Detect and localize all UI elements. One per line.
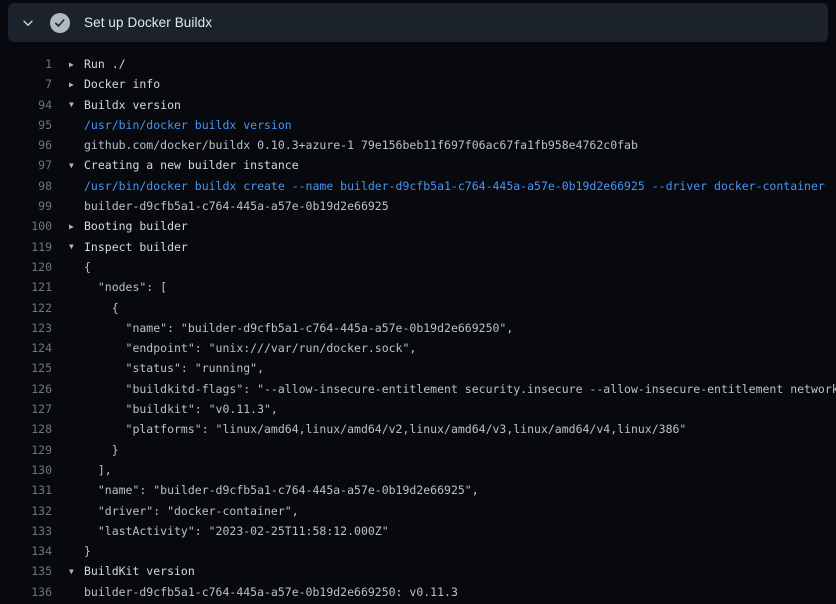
output-text: { [84, 298, 836, 318]
log-line-row: 134} [0, 541, 836, 561]
line-number[interactable]: 121 [0, 277, 52, 297]
check-circle-icon [50, 13, 70, 33]
line-number[interactable]: 126 [0, 379, 52, 399]
line-number[interactable]: 95 [0, 115, 52, 135]
log-line-row: 129 } [0, 440, 836, 460]
triangle-right-icon[interactable]: ▶ [69, 216, 84, 236]
output-text: github.com/docker/buildx 0.10.3+azure-1 … [84, 135, 836, 155]
output-text: { [84, 257, 836, 277]
group-label: BuildKit version [84, 561, 836, 581]
group-label: Buildx version [84, 95, 836, 115]
triangle-down-icon[interactable]: ▼ [69, 561, 84, 581]
line-number[interactable]: 98 [0, 176, 52, 196]
line-number[interactable]: 136 [0, 582, 52, 602]
log-line-row: 124 "endpoint": "unix:///var/run/docker.… [0, 338, 836, 358]
log-group-row[interactable]: 94 ▼Buildx version [0, 95, 836, 115]
log-lines: 1▶Run ./7▶Docker info94▼Buildx version95… [0, 42, 836, 602]
line-number[interactable]: 120 [0, 257, 52, 277]
command-text: /usr/bin/docker buildx version [84, 115, 836, 135]
output-text: builder-d9cfb5a1-c764-445a-a57e-0b19d2e6… [84, 196, 836, 216]
line-number[interactable]: 132 [0, 501, 52, 521]
log-line-row: 122 { [0, 298, 836, 318]
group-label: Run ./ [84, 54, 836, 74]
output-text: builder-d9cfb5a1-c764-445a-a57e-0b19d2e6… [84, 582, 836, 602]
triangle-right-icon[interactable]: ▶ [69, 74, 84, 94]
output-text: "name": "builder-d9cfb5a1-c764-445a-a57e… [84, 480, 836, 500]
group-label: Creating a new builder instance [84, 155, 836, 175]
log-group-row[interactable]: 100 ▶Booting builder [0, 216, 836, 236]
output-text: "buildkitd-flags": "--allow-insecure-ent… [84, 379, 836, 399]
line-number[interactable]: 7 [0, 74, 52, 94]
line-number[interactable]: 97 [0, 155, 52, 175]
line-number[interactable]: 1 [0, 54, 52, 74]
group-label: Inspect builder [84, 237, 836, 257]
log-line-row: 133 "lastActivity": "2023-02-25T11:58:12… [0, 521, 836, 541]
triangle-down-icon[interactable]: ▼ [69, 237, 84, 257]
log-line-row: 132 "driver": "docker-container", [0, 501, 836, 521]
log-line-row: 121 "nodes": [ [0, 277, 836, 297]
line-number[interactable]: 100 [0, 216, 52, 236]
output-text: "buildkit": "v0.11.3", [84, 399, 836, 419]
output-text: "endpoint": "unix:///var/run/docker.sock… [84, 338, 836, 358]
line-number[interactable]: 94 [0, 95, 52, 115]
line-number[interactable]: 130 [0, 460, 52, 480]
line-number[interactable]: 119 [0, 237, 52, 257]
triangle-down-icon[interactable]: ▼ [69, 155, 84, 175]
output-text: "lastActivity": "2023-02-25T11:58:12.000… [84, 521, 836, 541]
log-line-row: 130 ], [0, 460, 836, 480]
command-text: /usr/bin/docker buildx create --name bui… [84, 176, 836, 196]
step-header[interactable]: Set up Docker Buildx [8, 3, 828, 42]
output-text: "name": "builder-d9cfb5a1-c764-445a-a57e… [84, 318, 836, 338]
output-text: "driver": "docker-container", [84, 501, 836, 521]
line-number[interactable]: 99 [0, 196, 52, 216]
log-line-row: 95/usr/bin/docker buildx version [0, 115, 836, 135]
output-text: ], [84, 460, 836, 480]
line-number[interactable]: 131 [0, 480, 52, 500]
log-group-row[interactable]: 1 ▶Run ./ [0, 54, 836, 74]
output-text: "status": "running", [84, 358, 836, 378]
step-title: Set up Docker Buildx [84, 15, 212, 30]
log-line-row: 99 builder-d9cfb5a1-c764-445a-a57e-0b19d2… [0, 196, 836, 216]
line-number[interactable]: 128 [0, 419, 52, 439]
log-line-row: 131 "name": "builder-d9cfb5a1-c764-445a-… [0, 480, 836, 500]
group-label: Booting builder [84, 216, 836, 236]
line-number[interactable]: 96 [0, 135, 52, 155]
log-line-row: 128 "platforms": "linux/amd64,linux/amd6… [0, 419, 836, 439]
output-text: "nodes": [ [84, 277, 836, 297]
log-line-row: 120 { [0, 257, 836, 277]
chevron-down-icon[interactable] [20, 15, 36, 31]
output-text: } [84, 440, 836, 460]
log-line-row: 136 builder-d9cfb5a1-c764-445a-a57e-0b19d… [0, 582, 836, 602]
log-line-row: 98/usr/bin/docker buildx create --name b… [0, 176, 836, 196]
log-line-row: 126 "buildkitd-flags": "--allow-insecure… [0, 379, 836, 399]
log-group-row[interactable]: 135 ▼BuildKit version [0, 561, 836, 581]
output-text: "platforms": "linux/amd64,linux/amd64/v2… [84, 419, 836, 439]
line-number[interactable]: 134 [0, 541, 52, 561]
log-group-row[interactable]: 119 ▼Inspect builder [0, 237, 836, 257]
line-number[interactable]: 127 [0, 399, 52, 419]
log-group-row[interactable]: 7 ▶Docker info [0, 74, 836, 94]
output-text: } [84, 541, 836, 561]
log-group-row[interactable]: 97 ▼Creating a new builder instance [0, 155, 836, 175]
line-number[interactable]: 129 [0, 440, 52, 460]
line-number[interactable]: 133 [0, 521, 52, 541]
log-line-row: 96 github.com/docker/buildx 0.10.3+azure-… [0, 135, 836, 155]
triangle-right-icon[interactable]: ▶ [69, 54, 84, 74]
log-line-row: 123 "name": "builder-d9cfb5a1-c764-445a-… [0, 318, 836, 338]
triangle-down-icon[interactable]: ▼ [69, 95, 84, 115]
line-number[interactable]: 124 [0, 338, 52, 358]
log-line-row: 125 "status": "running", [0, 358, 836, 378]
line-number[interactable]: 135 [0, 561, 52, 581]
group-label: Docker info [84, 74, 836, 94]
log-line-row: 127 "buildkit": "v0.11.3", [0, 399, 836, 419]
line-number[interactable]: 122 [0, 298, 52, 318]
line-number[interactable]: 123 [0, 318, 52, 338]
line-number[interactable]: 125 [0, 358, 52, 378]
